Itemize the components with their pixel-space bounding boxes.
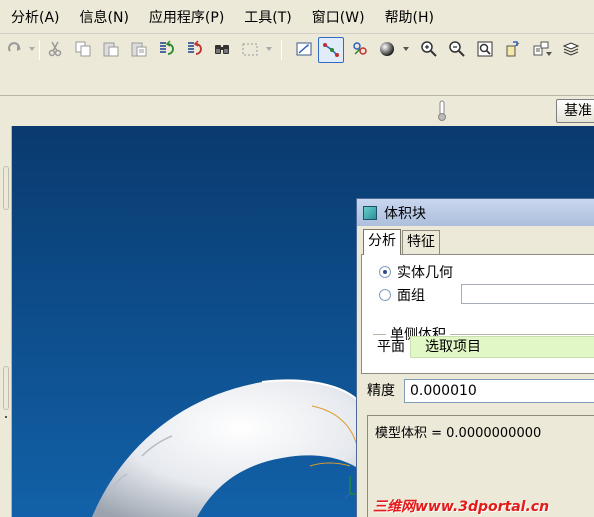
find-icon[interactable] [211, 38, 233, 60]
copy-icon[interactable] [72, 38, 94, 60]
menu-bar: 分析(A) 信息(N) 应用程序(P) 工具(T) 窗口(W) 帮助(H) [0, 0, 594, 34]
secondary-toolbar [0, 66, 594, 96]
datum-button[interactable]: 基准 [556, 99, 594, 123]
zoom-out-icon[interactable] [446, 38, 468, 60]
menu-info[interactable]: 信息(N) [69, 0, 138, 34]
option-quilt-label: 面组 [397, 288, 425, 304]
zoom-in-icon[interactable] [418, 38, 440, 60]
dialog-title: 体积块 [384, 205, 426, 222]
regen-manager-icon[interactable] [183, 38, 205, 60]
select-box-icon[interactable] [239, 38, 261, 60]
radio-solid-geometry[interactable] [379, 266, 391, 278]
menu-window[interactable]: 窗口(W) [301, 0, 374, 34]
shading-icon[interactable] [376, 38, 398, 60]
precision-input[interactable]: 0.000010 [404, 379, 594, 403]
tab-feature[interactable]: 特征 [402, 230, 440, 254]
analysis-panel: 实体几何 面组 单侧体积 平面 选取项目 [361, 254, 594, 374]
site-watermark: 三维网www.3dportal.cn [373, 499, 550, 515]
datum-toolbar [0, 96, 594, 126]
precision-label: 精度 [367, 383, 395, 399]
layers-icon[interactable] [560, 38, 582, 60]
option-solid-geometry-label: 实体几何 [397, 265, 453, 281]
redo-icon[interactable] [4, 38, 26, 60]
model-volume-result: 模型体积 = 0.0000000000 [375, 426, 542, 441]
refit-icon[interactable] [474, 38, 496, 60]
main-toolbar [0, 34, 594, 66]
tab-analysis[interactable]: 分析 [363, 229, 401, 255]
left-panel-edge[interactable] [0, 126, 12, 517]
volume-dialog: 体积块 分析 特征 实体几何 面组 单侧体积 平面 选取项目 精度 0.0000… [356, 198, 594, 517]
menu-help[interactable]: 帮助(H) [374, 0, 443, 34]
cut-icon[interactable] [44, 38, 66, 60]
menu-applications[interactable]: 应用程序(P) [138, 0, 233, 34]
datum-axes-icon[interactable] [318, 37, 344, 63]
volume-block-icon [363, 205, 377, 220]
plane-collector[interactable]: 选取项目 [410, 336, 594, 358]
option-solid-geometry[interactable]: 实体几何 [379, 262, 453, 282]
menu-analysis[interactable]: 分析(A) [0, 0, 69, 34]
reorient-icon[interactable] [502, 38, 524, 60]
quilt-input[interactable] [461, 284, 594, 304]
spin-center-icon[interactable] [349, 38, 371, 60]
menu-tools[interactable]: 工具(T) [233, 0, 300, 34]
saved-views-icon[interactable] [530, 38, 552, 60]
dialog-titlebar[interactable]: 体积块 [357, 199, 594, 226]
paste-icon[interactable] [100, 38, 122, 60]
thermometer-icon[interactable] [436, 100, 448, 122]
regenerate-icon[interactable] [155, 38, 177, 60]
datum-display-icon[interactable] [293, 38, 315, 60]
plane-label: 平面 [377, 339, 405, 355]
option-quilt[interactable]: 面组 [379, 285, 425, 305]
radio-quilt[interactable] [379, 289, 391, 301]
paste-special-icon[interactable] [128, 38, 150, 60]
